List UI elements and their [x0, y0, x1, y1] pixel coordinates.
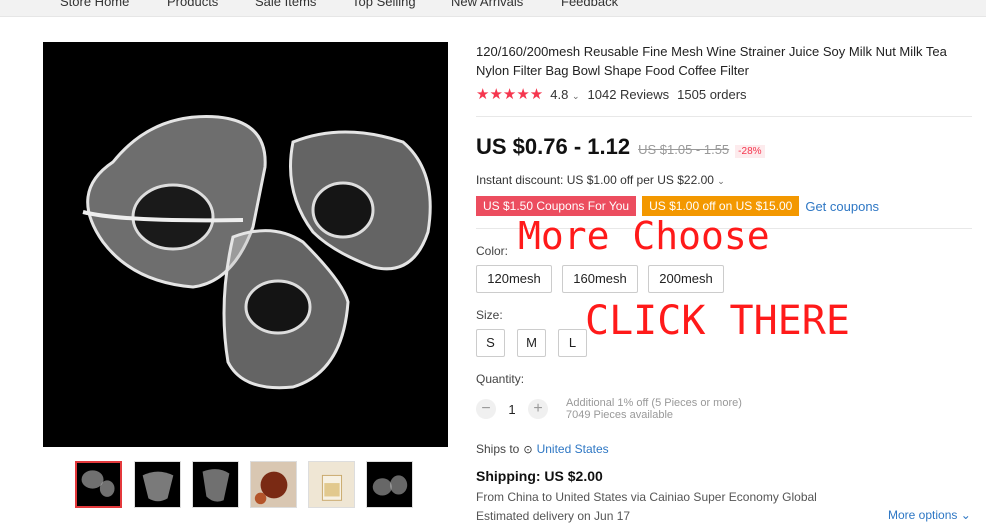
shipping-cost: Shipping: US $2.00	[476, 468, 603, 484]
coupon-row: US $1.50 Coupons For You US $1.00 off on…	[476, 196, 879, 216]
rating-stars-icon: ★★★★★	[476, 86, 544, 103]
estimated-delivery: Estimated delivery on Jun 17	[476, 509, 631, 523]
price-row: US $0.76 - 1.12 US $1.05 - 1.55 -28%	[476, 134, 765, 160]
chevron-down-icon: ⌄	[571, 90, 580, 101]
thumbnail-1[interactable]	[75, 461, 122, 508]
more-options-link[interactable]: More options ⌄	[888, 508, 971, 522]
nav-store-home[interactable]: Store Home	[60, 0, 129, 9]
rating-value[interactable]: 4.8 ⌄	[550, 87, 579, 102]
reviews-link[interactable]: 1042 Reviews	[588, 87, 670, 102]
get-coupons-link[interactable]: Get coupons	[805, 199, 879, 214]
main-product-image[interactable]	[43, 42, 448, 447]
thumbnail-6[interactable]	[366, 461, 413, 508]
ships-to-label: Ships to	[476, 442, 520, 456]
product-title: 120/160/200mesh Reusable Fine Mesh Wine …	[476, 44, 947, 78]
divider	[476, 116, 972, 117]
orders-count: 1505 orders	[677, 86, 747, 102]
quantity-value[interactable]: 1	[496, 402, 528, 417]
color-label: Color:	[476, 244, 509, 258]
bulk-discount-note: Additional 1% off (5 Pieces or more)	[566, 397, 742, 409]
shipping-route: From China to United States via Cainiao …	[476, 490, 817, 504]
thumbnail-2[interactable]	[134, 461, 181, 508]
nav-sale-items[interactable]: Sale Items	[255, 0, 316, 9]
quantity-label: Quantity:	[476, 372, 525, 386]
ships-to-country-link[interactable]: United States	[537, 442, 609, 456]
rating-row: ★★★★★ 4.8 ⌄ 1042 Reviews 1505 orders	[476, 86, 747, 103]
nav-new-arrivals[interactable]: New Arrivals	[451, 0, 523, 9]
quantity-decrease-button[interactable]: −	[476, 399, 496, 419]
coupon-badge-2[interactable]: US $1.00 off on US $15.00	[642, 196, 800, 216]
store-nav-bar: Store Home Products Sale Items Top Selli…	[0, 0, 986, 17]
color-option-200mesh[interactable]: 200mesh	[648, 265, 724, 293]
quantity-note: Additional 1% off (5 Pieces or more) 704…	[566, 397, 742, 421]
nav-top-selling[interactable]: Top Selling	[352, 0, 416, 9]
size-option-s[interactable]: S	[476, 329, 505, 357]
color-options: 120mesh 160mesh 200mesh	[476, 265, 734, 293]
current-price: US $0.76 - 1.12	[476, 134, 631, 159]
discount-badge: -28%	[735, 145, 765, 158]
size-option-m[interactable]: M	[517, 329, 546, 357]
chevron-down-icon: ⌄	[960, 508, 971, 522]
stock-available: 7049 Pieces available	[566, 409, 674, 421]
color-option-160mesh[interactable]: 160mesh	[562, 265, 638, 293]
quantity-stepper: − 1 + Additional 1% off (5 Pieces or mor…	[476, 397, 742, 421]
size-options: S M L	[476, 329, 599, 357]
quantity-increase-button[interactable]: +	[528, 399, 548, 419]
product-photo	[43, 42, 448, 447]
ships-to: Ships to ⊙ United States	[476, 442, 609, 456]
size-option-l[interactable]: L	[558, 329, 587, 357]
overlay-click-there: CLICK THERE	[585, 298, 850, 344]
original-price: US $1.05 - 1.55	[638, 142, 730, 157]
instant-discount[interactable]: Instant discount: US $1.00 off per US $2…	[476, 173, 725, 187]
thumbnail-4[interactable]	[250, 461, 297, 508]
location-pin-icon: ⊙	[523, 443, 533, 456]
thumbnail-3[interactable]	[192, 461, 239, 508]
thumbnail-5[interactable]	[308, 461, 355, 508]
nav-feedback[interactable]: Feedback	[561, 0, 618, 9]
nav-products[interactable]: Products	[167, 0, 218, 9]
overlay-more-choose: More Choose	[518, 214, 770, 258]
color-option-120mesh[interactable]: 120mesh	[476, 265, 552, 293]
size-label: Size:	[476, 308, 503, 322]
coupon-badge-1[interactable]: US $1.50 Coupons For You	[476, 196, 637, 216]
chevron-down-icon: ⌄	[717, 176, 725, 186]
